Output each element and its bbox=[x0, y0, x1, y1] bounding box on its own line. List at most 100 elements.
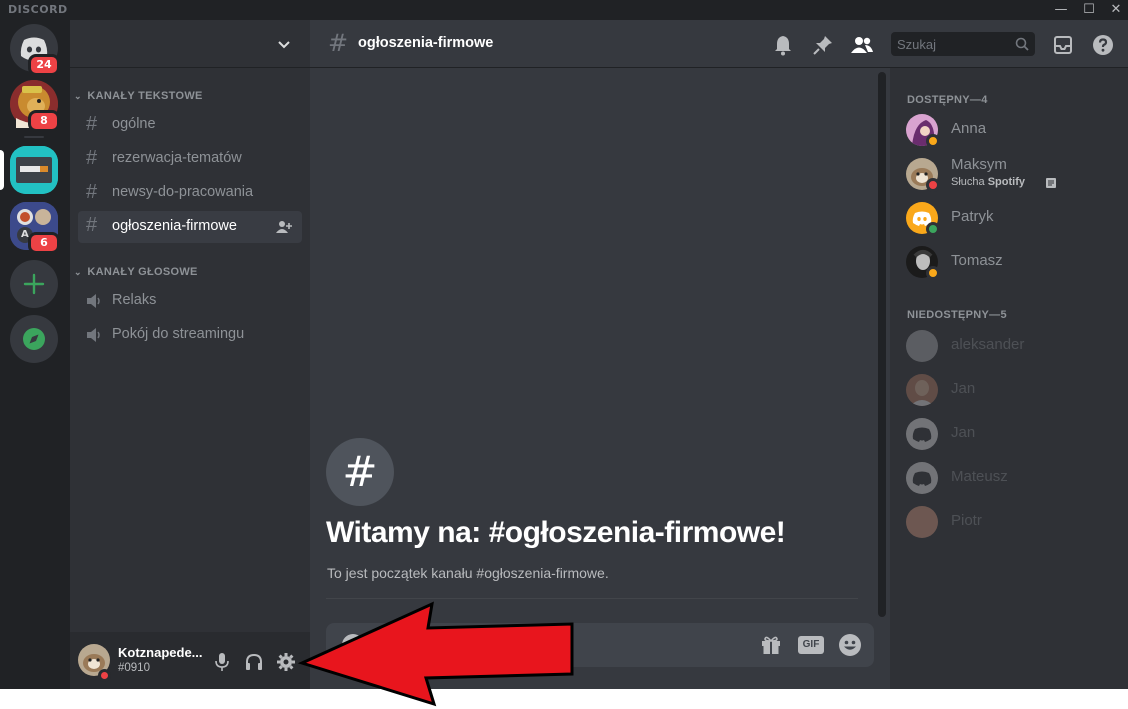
emoji-icon[interactable] bbox=[838, 633, 862, 657]
member-name: Piotr bbox=[951, 512, 982, 529]
member-jan-2[interactable]: Jan bbox=[898, 413, 1120, 455]
category-label: KANAŁY TEKSTOWE bbox=[87, 90, 203, 102]
welcome-subtitle: To jest początek kanału #ogłoszenia-firm… bbox=[327, 565, 609, 581]
avatar bbox=[906, 462, 938, 494]
member-name: Mateusz bbox=[951, 468, 1008, 485]
server-icon-2[interactable] bbox=[10, 146, 58, 194]
folder-badge: 6 bbox=[28, 232, 60, 254]
speaker-icon bbox=[87, 328, 100, 342]
member-list-icon[interactable] bbox=[851, 34, 873, 56]
channel-label: ogólne bbox=[112, 116, 156, 132]
channel-sidebar: ⌄ KANAŁY TEKSTOWE # ogólne # rezerwacja-… bbox=[70, 20, 310, 689]
home-mention-badge: 24 bbox=[28, 54, 60, 76]
title-bar: DISCORD — ☐ ✕ bbox=[0, 0, 1128, 20]
member-anna[interactable]: Anna bbox=[898, 109, 1120, 151]
chevron-down-icon bbox=[278, 41, 290, 49]
speaker-icon bbox=[87, 294, 100, 308]
idle-status-dot bbox=[926, 266, 940, 280]
member-name: aleksander bbox=[951, 336, 1025, 353]
header-tools bbox=[890, 20, 1128, 68]
category-label: KANAŁY GŁOSOWE bbox=[87, 266, 198, 278]
discord-logo-icon bbox=[912, 471, 932, 486]
channel-ogolne[interactable]: # ogólne bbox=[78, 110, 302, 140]
server-separator bbox=[24, 136, 44, 138]
server-list: 24 8 A 6 bbox=[0, 20, 70, 689]
server-icon-1[interactable]: 8 bbox=[10, 80, 60, 132]
member-avatar-icon bbox=[910, 380, 934, 406]
gift-icon[interactable] bbox=[760, 634, 782, 656]
member-name: Jan bbox=[951, 380, 976, 397]
member-aleksander[interactable]: aleksander bbox=[898, 325, 1120, 367]
pinned-messages-icon[interactable] bbox=[812, 34, 834, 56]
microphone-icon[interactable] bbox=[213, 652, 231, 672]
notification-bell-icon[interactable] bbox=[772, 34, 794, 56]
channel-label: Pokój do streamingu bbox=[112, 326, 245, 342]
add-server-button[interactable] bbox=[10, 260, 58, 308]
channel-rezerwacja-tematow[interactable]: # rezerwacja-tematów bbox=[78, 144, 302, 174]
online-members-header: DOSTĘPNY—4 bbox=[907, 94, 988, 106]
maximize-button[interactable]: ☐ bbox=[1076, 0, 1102, 20]
voice-channel-relaks[interactable]: Relaks bbox=[78, 286, 302, 316]
idle-status-dot bbox=[926, 134, 940, 148]
compass-icon bbox=[23, 328, 45, 350]
gif-icon[interactable]: GIF bbox=[798, 636, 824, 654]
close-button[interactable]: ✕ bbox=[1103, 0, 1128, 20]
dnd-status-dot bbox=[926, 178, 940, 192]
home-button[interactable]: 24 bbox=[10, 24, 60, 76]
avatar bbox=[906, 418, 938, 450]
channel-label: Relaks bbox=[112, 292, 157, 308]
user-tag: #0910 bbox=[118, 662, 150, 674]
search-box[interactable] bbox=[891, 32, 1035, 56]
invite-member-icon[interactable] bbox=[276, 219, 292, 235]
server-banner-icon bbox=[10, 146, 58, 194]
hash-icon: # bbox=[86, 214, 98, 236]
plus-icon bbox=[23, 273, 45, 295]
online-status-dot bbox=[926, 222, 940, 236]
avatar bbox=[906, 330, 938, 362]
offline-members-header: NIEDOSTĘPNY—5 bbox=[907, 309, 1007, 321]
hash-icon: # bbox=[342, 447, 378, 496]
hash-icon: # bbox=[86, 147, 98, 169]
discord-logo-icon bbox=[912, 427, 932, 442]
member-patryk[interactable]: Patryk bbox=[898, 197, 1120, 239]
channel-newsy-do-pracowania[interactable]: # newsy-do-pracowania bbox=[78, 178, 302, 208]
minimize-button[interactable]: — bbox=[1048, 0, 1074, 20]
activity-prefix: Słucha bbox=[951, 176, 988, 188]
avatar bbox=[906, 374, 938, 406]
text-channels-category[interactable]: ⌄ KANAŁY TEKSTOWE bbox=[74, 90, 203, 102]
category-chevron-icon: ⌄ bbox=[74, 267, 82, 277]
channel-label: ogłoszenia-firmowe bbox=[112, 218, 237, 234]
welcome-title: Witamy na: #ogłoszenia-firmowe! bbox=[326, 516, 786, 549]
hash-icon: # bbox=[86, 181, 98, 203]
member-activity: Słucha Spotify bbox=[951, 176, 1025, 188]
voice-channel-pokoj-do-streamingu[interactable]: Pokój do streamingu bbox=[78, 320, 302, 350]
member-maksym[interactable]: Maksym Słucha Spotify bbox=[898, 153, 1120, 195]
selected-server-indicator bbox=[0, 150, 4, 190]
hash-icon: # bbox=[86, 113, 98, 135]
member-jan[interactable]: Jan bbox=[898, 369, 1120, 411]
annotation-arrow bbox=[297, 601, 574, 707]
member-mateusz[interactable]: Mateusz bbox=[898, 457, 1120, 499]
voice-channels-category[interactable]: ⌄ KANAŁY GŁOSOWE bbox=[74, 266, 198, 278]
channel-label: rezerwacja-tematów bbox=[112, 150, 242, 166]
search-input[interactable] bbox=[897, 35, 1007, 53]
help-icon[interactable] bbox=[1092, 34, 1114, 56]
channel-ogloszenia-firmowe[interactable]: # ogłoszenia-firmowe bbox=[78, 211, 302, 243]
inbox-icon[interactable] bbox=[1052, 34, 1074, 56]
dnd-status-dot bbox=[98, 669, 111, 682]
headphones-icon[interactable] bbox=[244, 652, 264, 672]
member-piotr[interactable]: Piotr bbox=[898, 501, 1120, 543]
member-name: Jan bbox=[951, 424, 976, 441]
divider bbox=[326, 598, 858, 599]
chat-scrollbar[interactable] bbox=[878, 72, 886, 617]
server-1-badge: 8 bbox=[28, 110, 60, 132]
explore-servers-button[interactable] bbox=[10, 315, 58, 363]
category-chevron-icon: ⌄ bbox=[74, 91, 82, 101]
member-tomasz[interactable]: Tomasz bbox=[898, 241, 1120, 283]
member-name: Maksym bbox=[951, 156, 1007, 173]
member-name: Anna bbox=[951, 120, 987, 137]
server-header[interactable] bbox=[70, 20, 310, 68]
member-name: Patryk bbox=[951, 208, 994, 225]
discord-window: DISCORD — ☐ ✕ 24 8 A 6 ⌄ KANAŁY TEKSTOWE… bbox=[0, 0, 1128, 689]
server-folder[interactable]: A 6 bbox=[10, 202, 60, 254]
